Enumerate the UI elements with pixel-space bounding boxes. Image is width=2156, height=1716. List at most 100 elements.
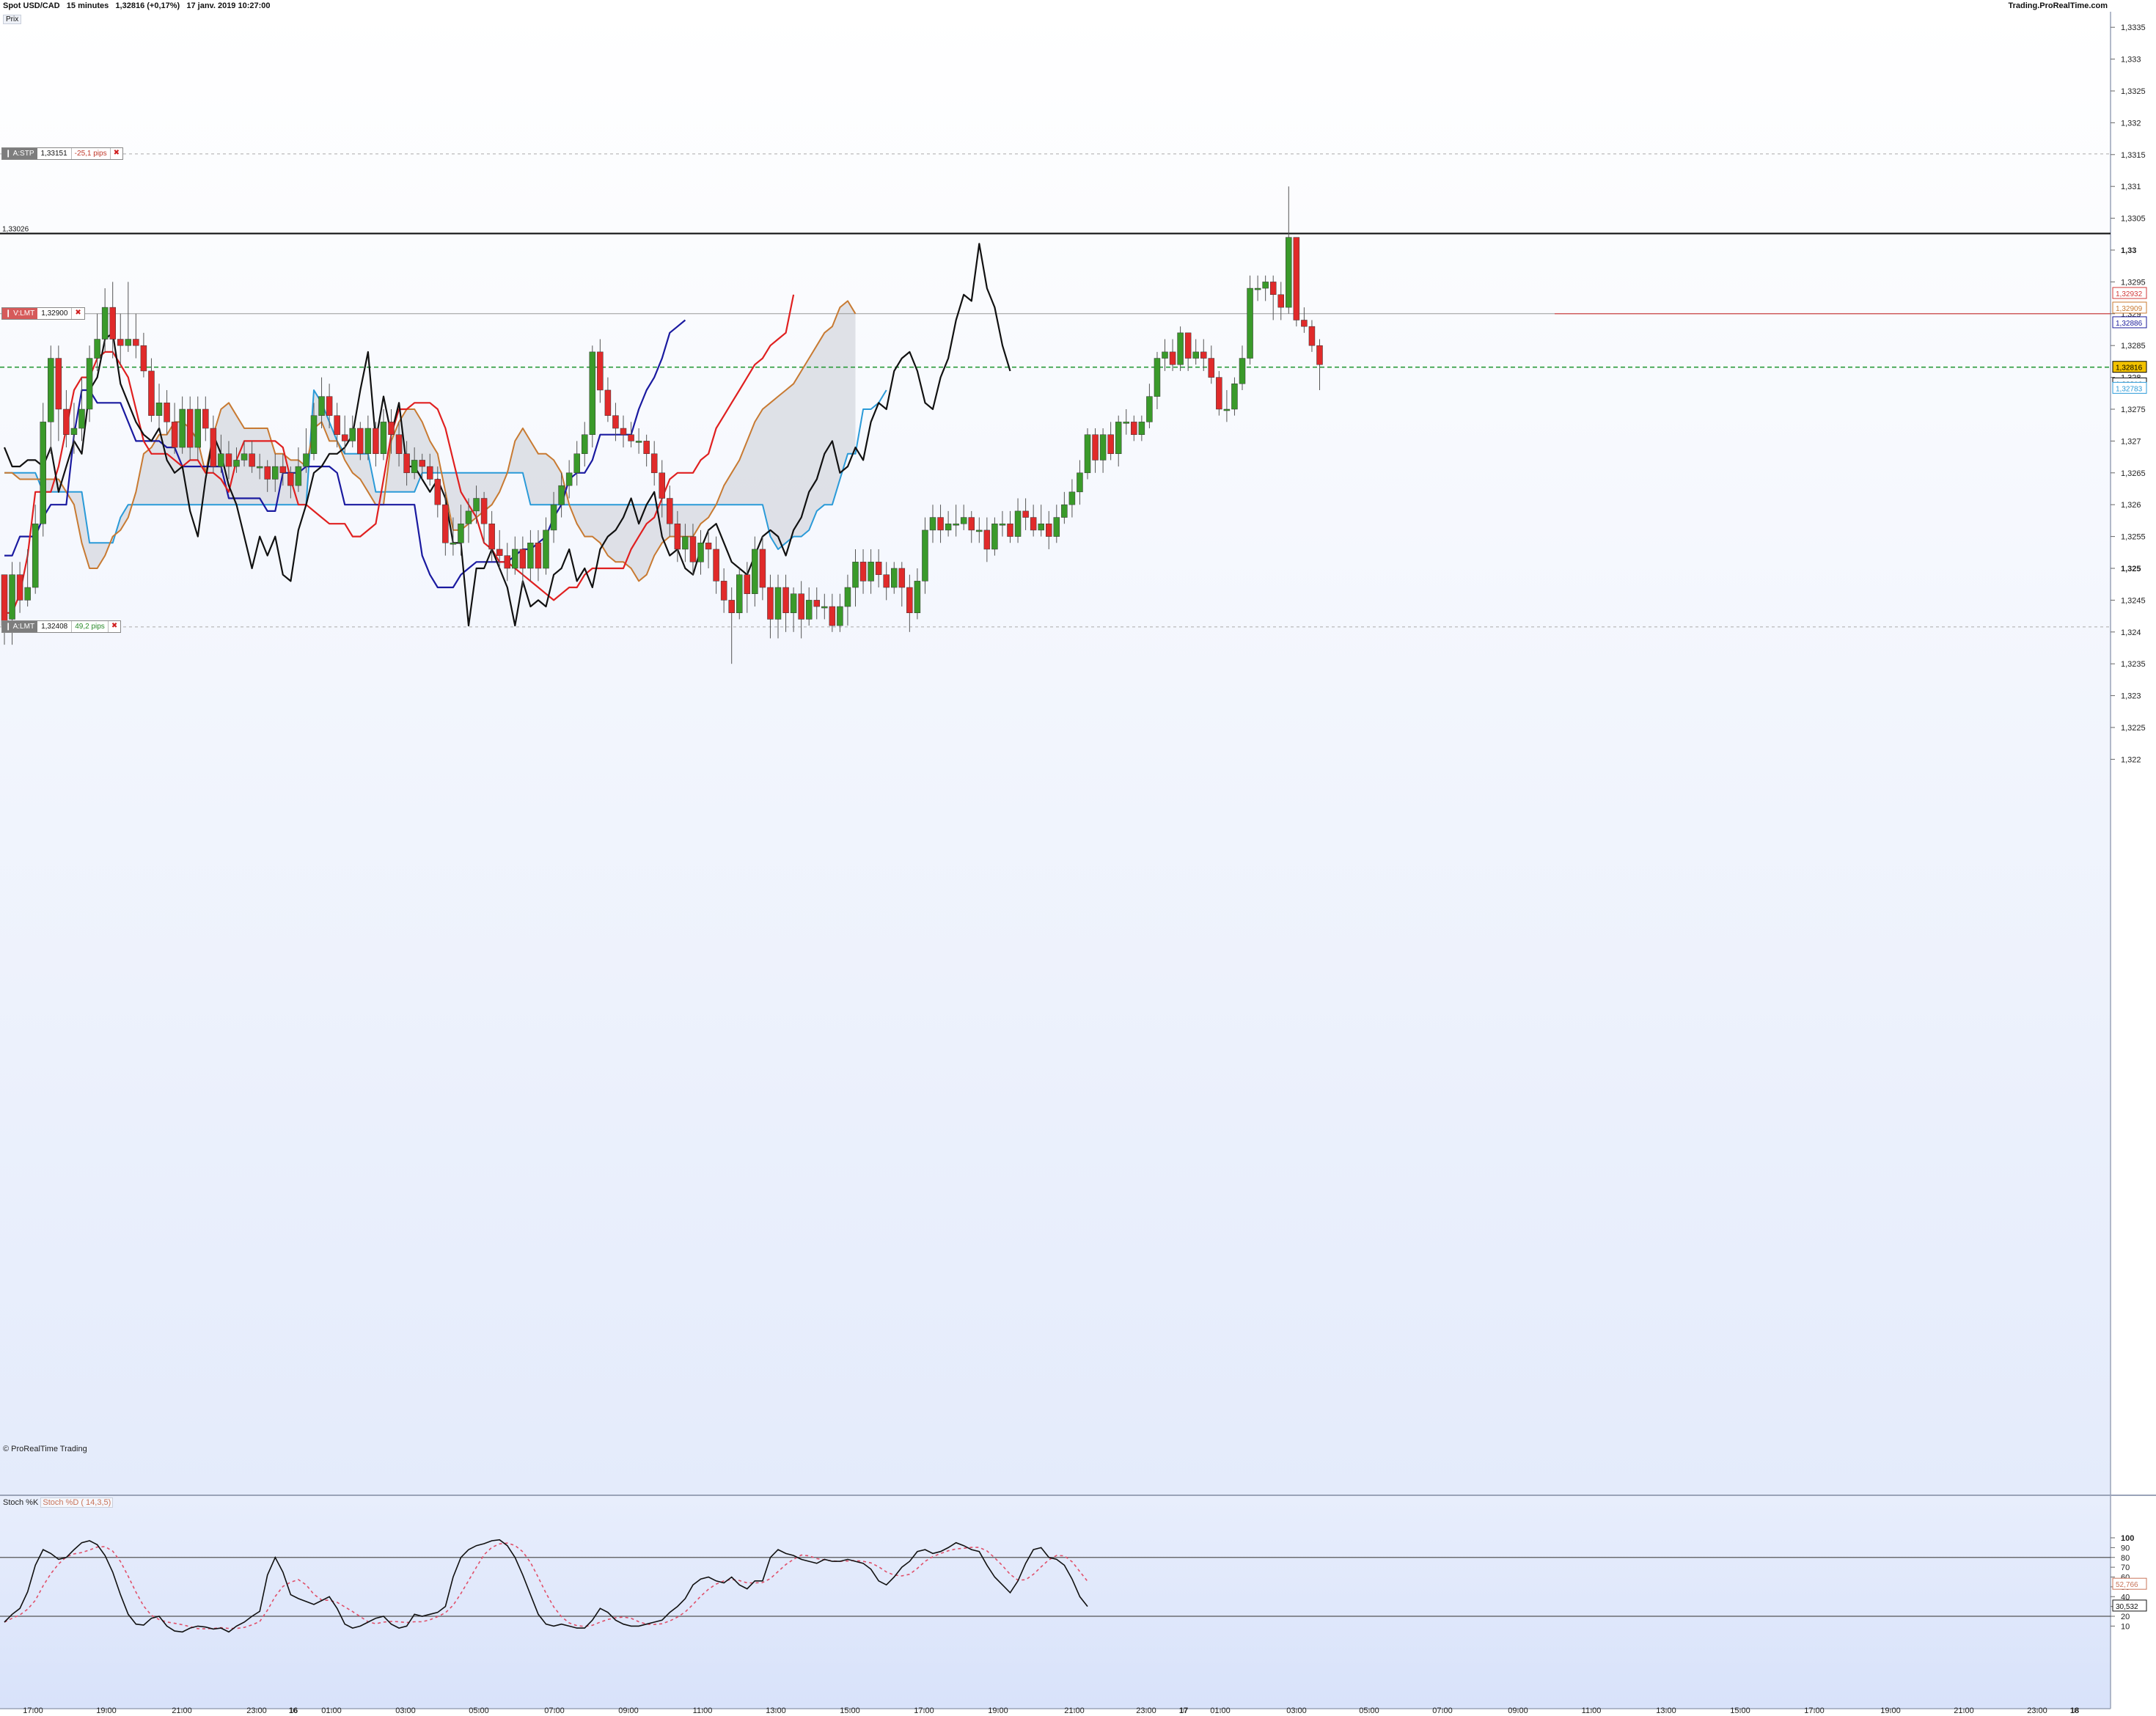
candle-body: [357, 428, 364, 455]
y-tick-label: 1,3275: [2121, 406, 2146, 414]
candle-body: [1115, 422, 1122, 455]
chart-svg[interactable]: 1,33026 10090807060504030201052,76630,53…: [0, 0, 2156, 1716]
candle-body: [1162, 351, 1168, 359]
candle: [1177, 326, 1184, 371]
candle-body: [805, 600, 813, 620]
timeframe[interactable]: 15 minutes: [67, 1, 109, 10]
candle-body: [821, 606, 828, 609]
candle-body: [1216, 377, 1222, 410]
x-tick-label: 21:00: [1064, 1706, 1085, 1715]
candle-body: [991, 523, 998, 550]
order-type: ❙ A:STP: [2, 147, 37, 159]
candle-body: [868, 562, 874, 582]
candle-body: [612, 415, 619, 429]
price-tag-text: 1,32816: [2116, 364, 2143, 373]
stoch-k-title: Stoch %K: [3, 1498, 39, 1507]
candle-body: [9, 574, 15, 620]
candle-body: [914, 581, 921, 614]
quote: 1,32816 (+0,17%): [115, 1, 180, 10]
candle-body: [582, 434, 588, 455]
candle-body: [728, 600, 735, 614]
candle-body: [512, 549, 518, 569]
close-icon[interactable]: ✖: [109, 147, 122, 159]
order-pips: 49,2 pips: [71, 620, 108, 632]
candle-body: [210, 428, 217, 467]
order-tag[interactable]: ❙ A:STP 1,33151 -25,1 pips ✖: [1, 147, 123, 160]
candle-body: [1184, 332, 1192, 359]
x-tick-label: 21:00: [172, 1706, 192, 1715]
candle-body: [395, 434, 403, 455]
order-tag[interactable]: ❙ A:LMT 1,32408 49,2 pips ✖: [1, 620, 122, 633]
stoch-tick-label: 90: [2121, 1544, 2130, 1552]
candle-body: [898, 568, 906, 588]
x-tick-label: 18: [2070, 1706, 2079, 1715]
candle-body: [953, 523, 959, 526]
candle-body: [937, 517, 944, 531]
candle-body: [264, 466, 271, 480]
candle: [1293, 237, 1300, 327]
candle: [1084, 428, 1091, 480]
candle-body: [186, 408, 194, 448]
x-tick-label: 13:00: [1656, 1706, 1676, 1715]
candle-body: [364, 428, 372, 455]
candle-body: [133, 339, 139, 346]
x-tick-label: 13:00: [766, 1706, 786, 1715]
candle-body: [117, 339, 124, 346]
candle-body: [1200, 351, 1207, 359]
stoch-d-title: Stoch %D ( 14,3,5): [40, 1497, 114, 1508]
candle-body: [164, 403, 170, 422]
candle-body: [929, 517, 936, 531]
order-type: ❙ V:LMT: [2, 307, 38, 319]
order-tag[interactable]: ❙ V:LMT 1,32900 ✖: [1, 307, 85, 320]
candle-body: [643, 441, 650, 455]
price-tag-text: 1,32783: [2116, 385, 2143, 393]
candle-body: [233, 460, 240, 467]
prix-label[interactable]: Prix: [3, 15, 22, 24]
candle: [1247, 275, 1253, 365]
candle-body: [480, 498, 488, 524]
x-tick-label: 11:00: [1582, 1706, 1602, 1715]
candle-body: [968, 517, 975, 531]
candle-body: [1038, 523, 1044, 531]
candle-body: [78, 408, 85, 429]
y-tick-label: 1,3295: [2121, 278, 2146, 287]
candle-body: [450, 543, 457, 545]
candle-body: [1316, 345, 1323, 365]
y-tick-label: 1,331: [2121, 183, 2141, 191]
candle-body: [310, 415, 318, 455]
stoch-legend[interactable]: Stoch %K Stoch %D ( 14,3,5): [3, 1497, 114, 1508]
candle-body: [86, 358, 93, 410]
datetime: 17 janv. 2019 10:27:00: [186, 1, 271, 10]
x-tick-label: 17:00: [914, 1706, 934, 1715]
y-tick-label: 1,3285: [2121, 342, 2146, 351]
y-tick-label: 1,322: [2121, 755, 2141, 764]
candle-body: [1301, 320, 1308, 327]
candle-body: [1231, 384, 1238, 410]
stoch-panel-bg: [0, 1496, 2111, 1709]
instrument-name: Spot USD/CAD: [3, 1, 60, 10]
candle-body: [40, 422, 46, 524]
candle-body: [1286, 237, 1292, 308]
stoch-tick-label: 10: [2121, 1622, 2130, 1631]
candle-body: [1308, 326, 1316, 346]
close-icon[interactable]: ✖: [71, 307, 84, 319]
candle-body: [171, 422, 178, 448]
candle-body: [249, 453, 255, 467]
candle-body: [1061, 504, 1068, 518]
candle-body: [713, 549, 719, 582]
candle-body: [604, 389, 612, 416]
candle-body: [1053, 517, 1060, 537]
y-tick-label: 1,327: [2121, 437, 2141, 446]
candle-body: [272, 466, 279, 480]
candle-body: [256, 466, 263, 469]
close-icon[interactable]: ✖: [107, 620, 120, 632]
x-tick-label: 19:00: [988, 1706, 1008, 1715]
candle-body: [434, 479, 441, 505]
stoch-tick-label: 100: [2121, 1534, 2134, 1543]
y-tick-label: 1,326: [2121, 501, 2141, 510]
x-tick-label: 15:00: [1730, 1706, 1750, 1715]
candle-body: [1169, 351, 1176, 365]
x-tick-label: 23:00: [246, 1706, 267, 1715]
candle-body: [287, 472, 294, 486]
x-tick-label: 07:00: [544, 1706, 565, 1715]
